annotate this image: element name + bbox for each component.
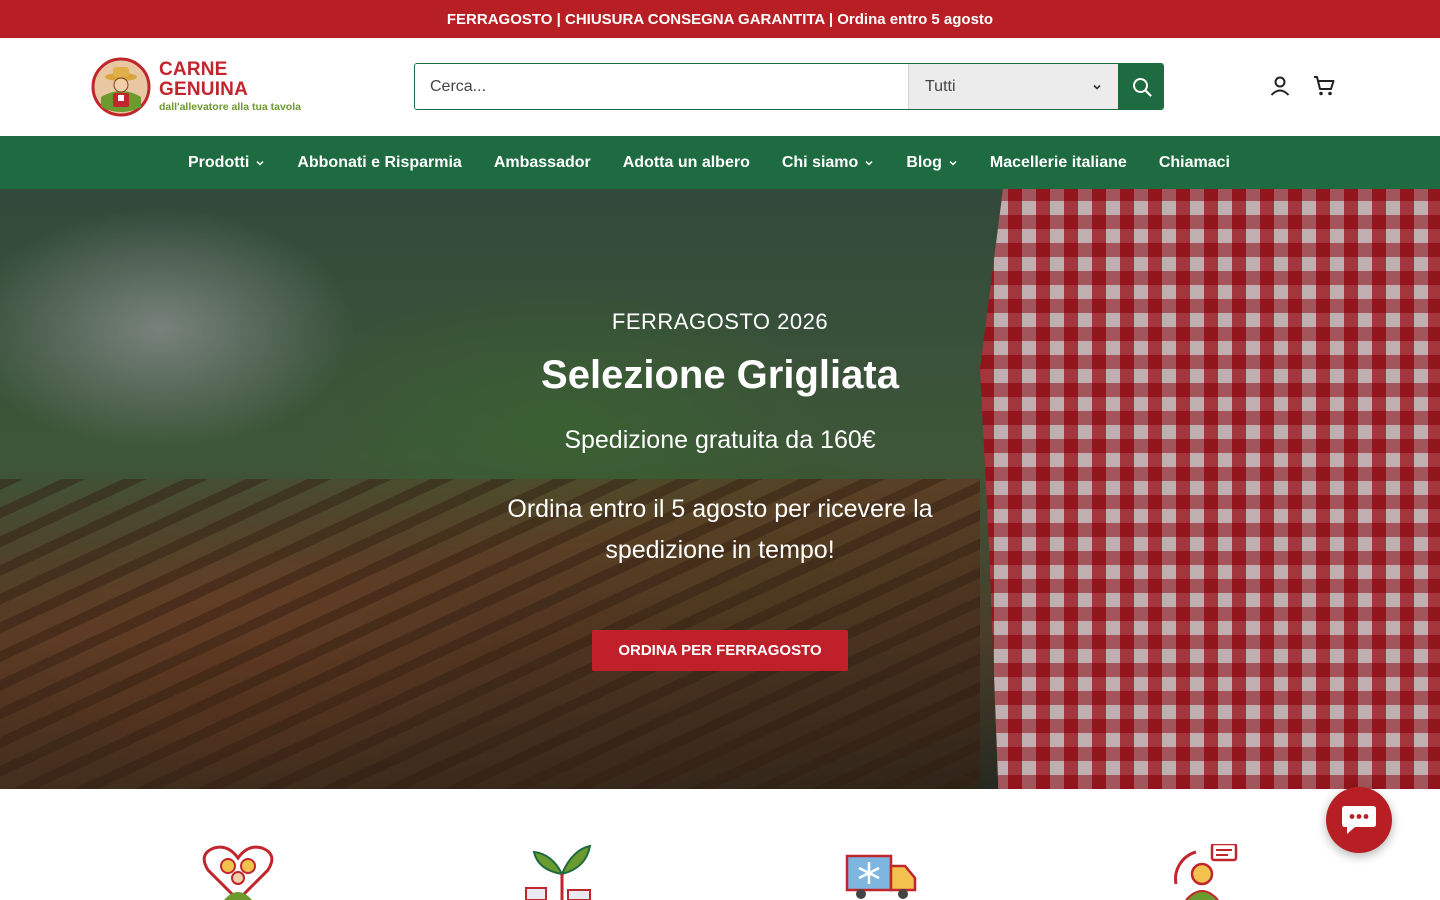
search-bar: Tutti [414, 63, 1164, 110]
category-select-value: Tutti [925, 77, 956, 95]
refrigerated-truck-icon [845, 854, 917, 899]
nav-item-label: Abbonati e Risparmia [297, 153, 462, 171]
search-button[interactable] [1118, 64, 1163, 109]
nav-item-prodotti[interactable]: Prodotti [188, 154, 265, 172]
announcement-text: FERRAGOSTO | CHIUSURA CONSEGNA GARANTITA… [446, 10, 994, 28]
chat-button[interactable] [1326, 787, 1392, 853]
nav-item-label: Chiamaci [1158, 153, 1230, 171]
account-icon [1270, 76, 1290, 96]
family-heart-icon [202, 845, 274, 900]
site-header: CARNE GENUINA dall'allevatore alla tua t… [0, 38, 1440, 136]
chevron-down-icon [949, 160, 957, 166]
chevron-down-icon [1093, 84, 1101, 90]
features-row [0, 789, 1440, 900]
nav-item-label: Macellerie italiane [989, 153, 1127, 171]
site-logo[interactable]: CARNE GENUINA dall'allevatore alla tua t… [91, 57, 321, 117]
header-actions [1268, 74, 1336, 98]
farmer-logo-icon [91, 57, 151, 117]
chevron-down-icon [256, 160, 264, 166]
cart-button[interactable] [1312, 74, 1336, 98]
hero-subtitle: Spedizione gratuita da 160€ [564, 426, 876, 454]
nav-item-chi-siamo[interactable]: Chi siamo [782, 154, 874, 172]
hero-cta-button[interactable]: ORDINA PER FERRAGOSTO [592, 630, 848, 671]
hero-description: Ordina entro il 5 agosto per ricevere la… [507, 495, 933, 564]
cart-icon [1314, 76, 1335, 96]
nav-item-label: Blog [906, 153, 942, 171]
nav-item-blog[interactable]: Blog [906, 154, 958, 172]
hero-banner: FERRAGOSTO 2026 Selezione Grigliata Sped… [0, 189, 1440, 789]
search-icon [1132, 77, 1152, 97]
customer-support-icon [1174, 844, 1238, 900]
nav-item-macellerie[interactable]: Macellerie italiane [990, 154, 1127, 172]
account-button[interactable] [1268, 74, 1292, 98]
hero-content: FERRAGOSTO 2026 Selezione Grigliata Sped… [420, 189, 1020, 789]
hero-title: Selezione Grigliata [541, 353, 899, 397]
logo-title: CARNE GENUINA [159, 59, 249, 100]
hero-eyebrow: FERRAGOSTO 2026 [611, 309, 829, 334]
nav-item-abbonati[interactable]: Abbonati e Risparmia [297, 154, 461, 172]
nav-list: Prodotti Abbonati e Risparmia Ambassador… [188, 136, 1230, 189]
announcement-bar: FERRAGOSTO | CHIUSURA CONSEGNA GARANTITA… [0, 0, 1440, 38]
plant-sprout-icon [525, 844, 592, 900]
nav-item-label: Chi siamo [781, 153, 859, 171]
nav-item-label: Prodotti [188, 153, 250, 171]
nav-item-label: Ambassador [493, 153, 591, 171]
nav-item-chiamaci[interactable]: Chiamaci [1159, 154, 1230, 172]
nav-item-ambassador[interactable]: Ambassador [494, 154, 591, 172]
chevron-down-icon [865, 160, 873, 166]
search-input[interactable] [415, 64, 908, 109]
category-select[interactable]: Tutti [908, 64, 1118, 109]
logo-tagline: dall'allevatore alla tua tavola [159, 101, 301, 113]
nav-item-label: Adotta un albero [622, 153, 750, 171]
main-nav: Prodotti Abbonati e Risparmia Ambassador… [0, 136, 1440, 189]
nav-item-adotta-albero[interactable]: Adotta un albero [623, 154, 750, 172]
chat-bubble-icon [1342, 806, 1376, 834]
